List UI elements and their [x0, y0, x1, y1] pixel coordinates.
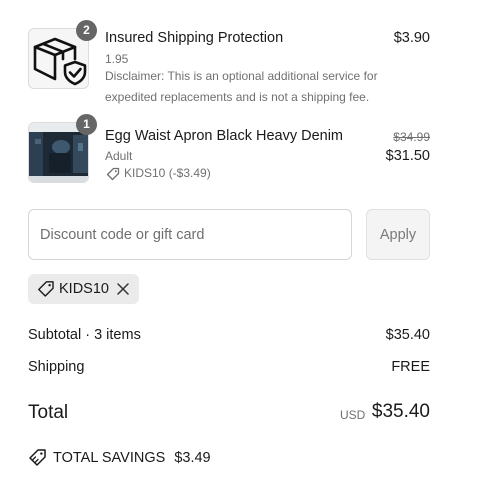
item-disclaimer: Disclaimer: This is an optional addition… [105, 69, 378, 104]
item-variant: 1.95 [105, 52, 129, 66]
shipping-label: Shipping [28, 359, 85, 375]
item-original-price: $34.99 [393, 130, 430, 144]
item-variant: Adult [105, 149, 133, 163]
apply-discount-button[interactable]: Apply [366, 209, 430, 260]
total-savings-label: TOTAL SAVINGS [53, 450, 166, 466]
subtotal-value: $35.40 [385, 327, 430, 343]
tag-icon [106, 167, 120, 181]
item-price: $3.90 [393, 30, 430, 46]
savings-tag-icon [29, 449, 46, 466]
shipping-value: FREE [391, 359, 430, 375]
total-label: Total [28, 402, 69, 423]
total-savings: TOTAL SAVINGS $3.49 [53, 450, 211, 466]
shipping-protection-thumbnail: 2 [28, 20, 97, 89]
item-title: Egg Waist Apron Black Heavy Denim [105, 128, 344, 144]
total-value: $35.40 [371, 401, 430, 422]
applied-discount-chip: KIDS10 [28, 274, 139, 304]
remove-discount-icon[interactable] [116, 282, 130, 296]
subtotal-label: Subtotal · 3 items [28, 327, 141, 343]
quantity-badge: 2 [76, 20, 97, 41]
total-savings-value: $3.49 [174, 450, 211, 466]
item-title: Insured Shipping Protection [105, 30, 284, 46]
item-discount-label: KIDS10 (-$3.49) [124, 166, 211, 180]
discount-code-input[interactable] [28, 209, 352, 260]
tag-icon [38, 281, 54, 297]
applied-discount-code: KIDS10 [59, 281, 109, 297]
item-price: $31.50 [385, 148, 430, 164]
apron-thumbnail: 1 [28, 114, 97, 183]
total-currency: USD [340, 408, 366, 422]
quantity-badge: 1 [76, 114, 97, 135]
